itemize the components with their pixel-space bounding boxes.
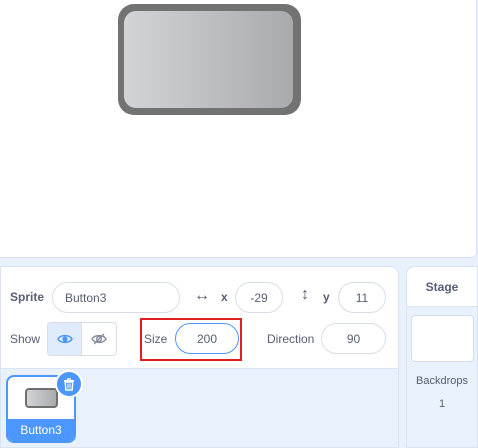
sprite-thumbnail	[25, 388, 58, 408]
stage-thumbnail[interactable]	[411, 315, 474, 362]
direction-input[interactable]: 90	[321, 323, 386, 354]
backdrops-label: Backdrops	[416, 375, 468, 387]
sprite-name-input[interactable]: Button3	[52, 282, 180, 313]
stage-canvas[interactable]	[0, 0, 477, 258]
delete-sprite-button[interactable]	[55, 370, 83, 398]
show-visible-button[interactable]	[48, 323, 83, 355]
x-position-input[interactable]: -29	[235, 282, 283, 313]
sprite-pane: Sprite Button3 ↔ x -29 ↕ y 11 Show Size …	[0, 266, 399, 448]
show-toggle-group	[47, 322, 117, 356]
x-label: x	[221, 290, 228, 304]
backdrops-count: 1	[438, 398, 446, 410]
sprite-info-panel: Sprite Button3 ↔ x -29 ↕ y 11 Show Size …	[1, 267, 398, 369]
x-arrows-icon: ↔	[194, 287, 210, 304]
size-highlight-box	[140, 318, 242, 361]
sprite-label: Sprite	[10, 290, 45, 304]
trash-icon	[64, 378, 74, 391]
y-arrows-icon: ↕	[301, 286, 309, 303]
stage-sprite-button3[interactable]	[118, 4, 301, 115]
eye-slash-icon	[91, 333, 107, 345]
stage-header: Stage	[407, 267, 477, 307]
y-position-input[interactable]: 11	[338, 282, 386, 313]
y-label: y	[323, 290, 330, 304]
sprite-tile-name: Button3	[8, 419, 74, 441]
direction-label: Direction	[267, 332, 315, 346]
show-label: Show	[10, 332, 41, 346]
eye-icon	[56, 334, 73, 344]
show-hidden-button[interactable]	[82, 323, 116, 355]
stage-selector-pane[interactable]: Stage Backdrops 1	[406, 266, 478, 448]
stage-sprite-face	[124, 11, 293, 108]
scratch-editor: Sprite Button3 ↔ x -29 ↕ y 11 Show Size …	[0, 0, 478, 448]
